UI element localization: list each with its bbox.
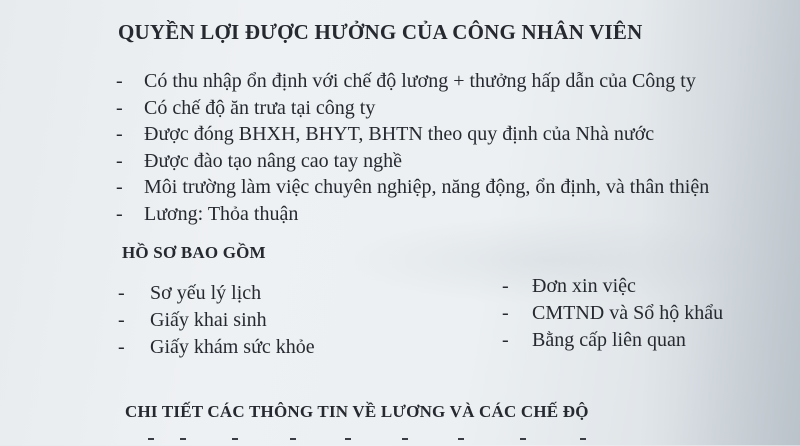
list-item: - Giấy khám sức khỏe [118, 336, 315, 363]
documents-title: HỒ SƠ BAO GỒM [122, 243, 266, 262]
benefit-text: Được đào tạo nâng cao tay nghề [144, 149, 402, 172]
list-item: - Lương: Thỏa thuận [116, 203, 709, 230]
list-item: - Có thu nhập ổn định với chế độ lương + … [116, 70, 709, 97]
salary-title: CHI TIẾT CÁC THÔNG TIN VỀ LƯƠNG VÀ CÁC C… [125, 402, 589, 421]
list-item: - Được đào tạo nâng cao tay nghề [116, 150, 709, 177]
bullet-dash: - [116, 96, 123, 119]
bullet-dash: - [116, 149, 123, 172]
benefit-text: Môi trường làm việc chuyên nghiệp, năng … [144, 176, 710, 198]
documents-list-left: - Sơ yếu lý lịch - Giấy khai sinh - Giấy kh… [118, 282, 315, 363]
list-item: - Bằng cấp liên quan [502, 329, 723, 356]
document-text: Sơ yếu lý lịch [150, 282, 262, 304]
bullet-dash: - [116, 202, 123, 225]
bullet-dash: - [118, 282, 125, 304]
bullet-dash: - [116, 123, 123, 145]
bullet-dash: - [502, 329, 509, 351]
document-text: Bằng cấp liên quan [532, 329, 686, 351]
bullet-dash: - [502, 302, 509, 324]
list-item: - Có chế độ ăn trưa tại công ty [116, 97, 709, 124]
benefit-text: Có chế độ ăn trưa tại công ty [144, 96, 376, 119]
bullet-dash: - [118, 309, 125, 331]
document-text: Đơn xin việc [532, 275, 636, 297]
document-page: QUYỀN LỢI ĐƯỢC HƯỞNG CỦA CÔNG NHÂN VIÊN … [0, 0, 800, 445]
document-text: Giấy khai sinh [150, 309, 267, 331]
list-item: - Môi trường làm việc chuyên nghiệp, năng… [116, 176, 709, 203]
bullet-dash: - [118, 336, 125, 358]
bullet-dash: - [116, 70, 123, 92]
list-item: - CMTND và Sổ hộ khẩu [502, 302, 723, 329]
list-item: - Đơn xin việc [502, 275, 723, 302]
list-item: - Sơ yếu lý lịch [118, 282, 315, 309]
benefit-text: Được đóng BHXH, BHYT, BHTN theo quy định… [144, 123, 655, 145]
bullet-dash: - [502, 275, 509, 297]
documents-list-right: - Đơn xin việc - CMTND và Sổ hộ khẩu - Bằng… [502, 275, 723, 356]
document-text: CMTND và Sổ hộ khẩu [532, 302, 724, 324]
benefit-text: Có thu nhập ổn định với chế độ lương + t… [144, 70, 696, 92]
document-text: Giấy khám sức khỏe [150, 336, 315, 358]
bullet-dash: - [116, 176, 123, 198]
benefit-text: Lương: Thỏa thuận [144, 202, 299, 225]
cut-off-text-line [140, 432, 660, 446]
list-item: - Giấy khai sinh [118, 309, 315, 336]
list-item: - Được đóng BHXH, BHYT, BHTN theo quy địn… [116, 123, 709, 150]
benefits-title: QUYỀN LỢI ĐƯỢC HƯỞNG CỦA CÔNG NHÂN VIÊN [118, 20, 643, 44]
benefits-list: - Có thu nhập ổn định với chế độ lương + … [116, 70, 709, 229]
